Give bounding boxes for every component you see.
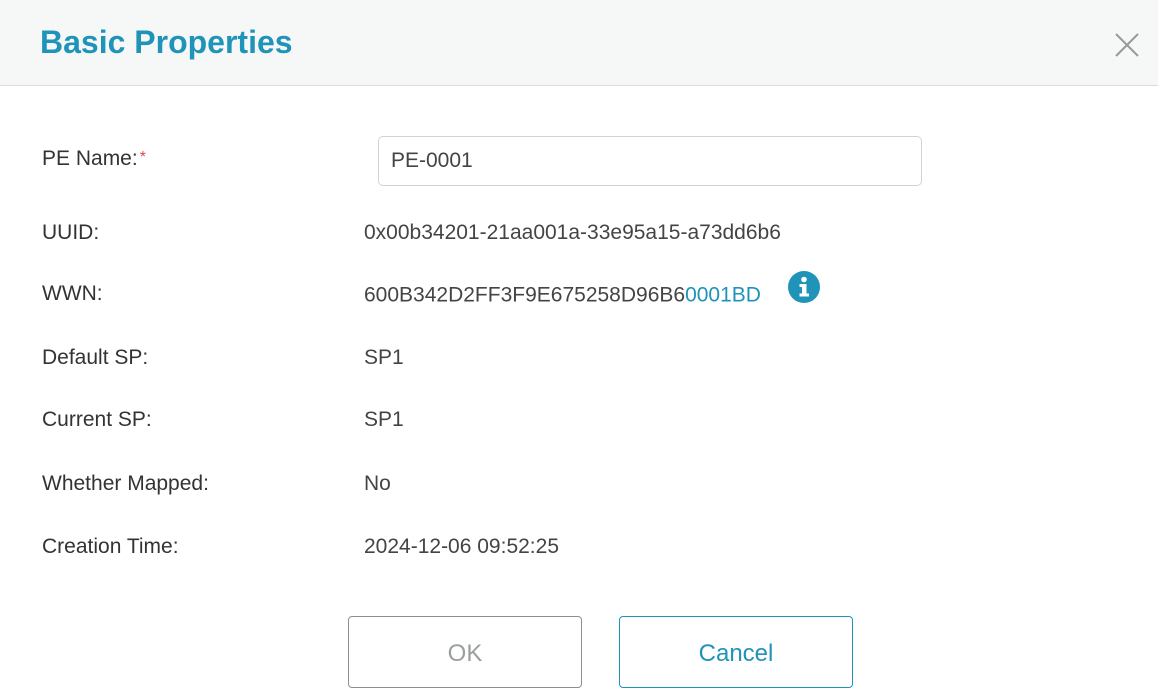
uuid-value: 0x00b34201-21aa001a-33e95a15-a73dd6b6 [364, 221, 781, 244]
required-mark: * [139, 149, 146, 166]
default-sp-value: SP1 [364, 346, 404, 369]
whether-mapped-row: Whether Mapped: No [42, 464, 1122, 504]
close-icon [1115, 33, 1139, 57]
creation-time-row: Creation Time: 2024-12-06 09:52:25 [42, 527, 1122, 567]
current-sp-value: SP1 [364, 408, 404, 431]
current-sp-label: Current SP: [42, 408, 152, 431]
current-sp-row: Current SP: SP1 [42, 400, 1122, 440]
dialog-title: Basic Properties [40, 24, 293, 60]
default-sp-label: Default SP: [42, 346, 149, 369]
default-sp-row: Default SP: SP1 [42, 338, 1122, 378]
dialog-header: Basic Properties [0, 0, 1158, 86]
pe-name-label-text: PE Name: [42, 147, 138, 170]
wwn-value: 600B342D2FF3F9E675258D96B60001BD [364, 271, 821, 318]
info-icon[interactable] [787, 270, 821, 318]
wwn-row: WWN: 600B342D2FF3F9E675258D96B60001BD [42, 271, 1122, 314]
ok-button[interactable]: OK [348, 616, 582, 688]
wwn-label: WWN: [42, 282, 103, 305]
uuid-label: UUID: [42, 221, 100, 244]
whether-mapped-label: Whether Mapped: [42, 472, 209, 495]
wwn-value-prefix: 600B342D2FF3F9E675258D96B6 [364, 283, 686, 307]
uuid-row: UUID: 0x00b34201-21aa001a-33e95a15-a73dd… [42, 213, 1122, 253]
cancel-button[interactable]: Cancel [619, 616, 853, 688]
basic-properties-dialog: Basic Properties PE Name:* UUID: 0x00b34… [0, 0, 1158, 688]
creation-time-label: Creation Time: [42, 535, 179, 558]
close-button[interactable] [1110, 28, 1144, 62]
pe-name-input[interactable] [378, 136, 922, 186]
wwn-value-highlight: 0001BD [685, 283, 761, 307]
pe-name-label: PE Name: * [42, 139, 146, 179]
whether-mapped-value: No [364, 472, 391, 495]
creation-time-value: 2024-12-06 09:52:25 [364, 535, 559, 558]
